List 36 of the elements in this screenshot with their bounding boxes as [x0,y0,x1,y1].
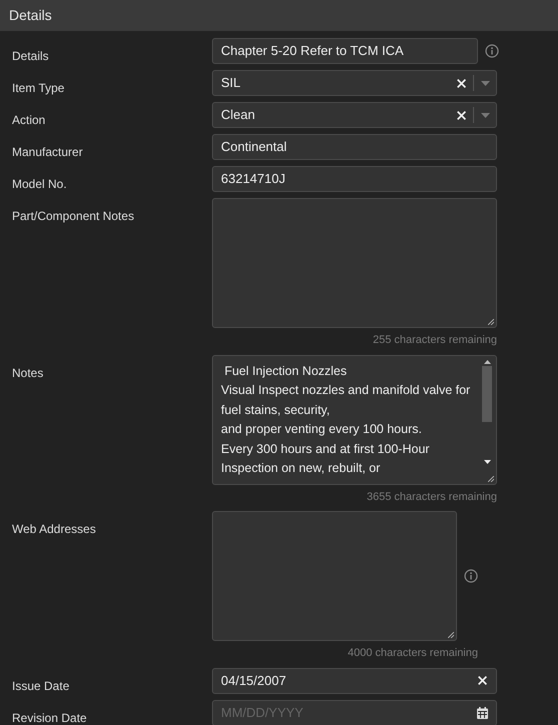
field-label: Part/Component Notes [12,209,134,223]
scrollbar[interactable] [481,360,493,464]
character-counter: 4000 characters remaining [348,646,478,661]
select-field[interactable]: Clean [212,102,497,128]
field-label: Action [12,113,46,127]
caret-icon[interactable] [480,80,490,86]
field-label: Web Addresses [12,522,96,536]
select-field[interactable]: SIL [212,70,497,96]
field-label: Revision Date [12,710,87,724]
clear-icon[interactable] [477,675,488,686]
caret-icon[interactable] [480,112,490,118]
scroll-up-icon[interactable] [484,360,490,364]
scroll-down-icon[interactable] [484,460,490,464]
field-label: Manufacturer [12,145,83,159]
field-label: Details [12,49,49,63]
info-icon[interactable] [485,44,499,58]
field-label: Item Type [12,81,64,95]
date-field[interactable]: 04/15/2007 [212,668,497,694]
text-area[interactable]: Fuel Injection Nozzles Visual Inspect nozzles and manifold valve for fuel stains, security, and proper venting every 100 hours. Every 300 hours and at first 100-Hour Inspection on new, rebuilt, or [212,354,497,484]
clear-icon[interactable] [456,110,467,120]
calendar-icon[interactable] [477,706,488,718]
resize-grip-icon[interactable] [448,632,454,638]
info-icon[interactable] [464,569,478,583]
field-label: Notes [12,366,44,380]
panel-title: Details [9,6,52,25]
character-counter: 255 characters remaining [372,333,497,348]
text-field[interactable]: Continental [212,134,497,160]
notes-text: Fuel Injection Nozzles Visual Inspect nozzles and manifold valve for fuel stains, security, and proper venting every 100 hours. Every 300 hours and at first 100-Hour Inspection on new, rebuilt, or [220,362,472,477]
resize-grip-icon[interactable] [488,476,494,482]
text-field[interactable]: Chapter 5-20 Refer to TCM ICA [212,38,478,64]
field-label: Issue Date [12,678,70,692]
field-label: Model No. [12,177,67,191]
character-counter: 3655 characters remaining [366,490,497,504]
text-field[interactable]: 63214710J [212,166,497,192]
resize-grip-icon[interactable] [488,319,494,325]
clear-icon[interactable] [456,78,467,88]
